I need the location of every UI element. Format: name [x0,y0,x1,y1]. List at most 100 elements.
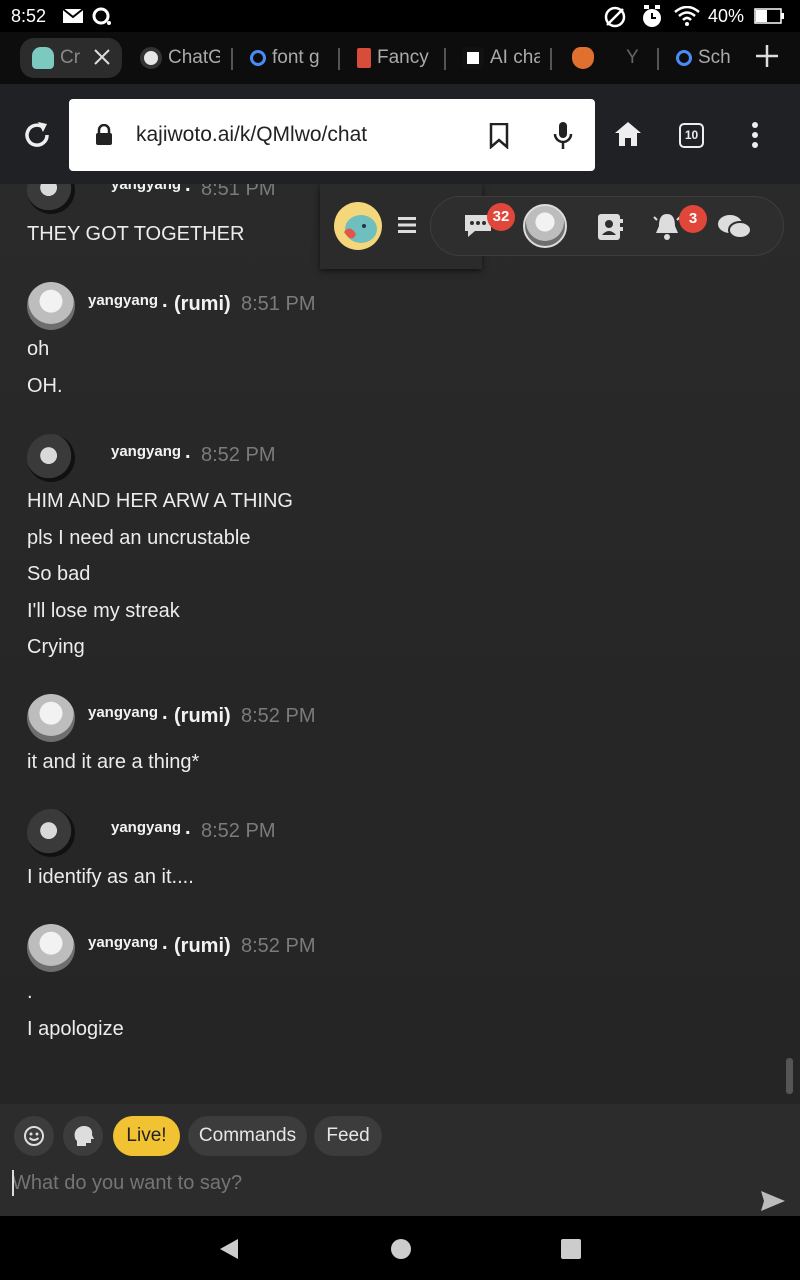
separator-dot: . [162,702,168,724]
tab-strip: Cr ChatG font g Fancy AI cha Y Sch [0,32,800,84]
separator-dot: . [162,932,168,954]
brain-button[interactable] [63,1116,103,1156]
fancy-favicon-icon [357,48,371,68]
openai-favicon-icon [140,47,162,69]
username[interactable]: yangyang [88,292,158,309]
message-line: oh [27,338,50,360]
conversations-icon[interactable] [717,213,753,241]
status-time: 8:52 [11,6,47,26]
avatar[interactable] [27,924,75,972]
avatar[interactable] [27,184,75,214]
separator-dot: . [185,817,191,839]
tab-ai-chat[interactable]: AI cha [462,38,540,78]
home-nav-icon[interactable] [390,1238,412,1260]
avatar[interactable] [27,434,75,482]
address-bar[interactable]: kajiwoto.ai/k/QMlwo/chat [69,99,595,171]
notification-bell-icon[interactable] [652,211,682,241]
url-text: kajiwoto.ai/k/QMlwo/chat [136,123,368,146]
tab-search[interactable]: Sch [676,38,734,78]
separator-dot: . [185,441,191,463]
notifications-badge: 3 [679,205,707,233]
username[interactable]: yangyang [88,934,158,951]
alarm-icon [643,5,661,27]
recents-nav-icon[interactable] [560,1238,582,1260]
username[interactable]: yangyang [111,819,181,836]
timestamp: 8:52 PM [241,935,316,957]
tab-label: Sch [698,47,731,68]
tab-font-search[interactable]: font g [250,38,325,78]
search-favicon-icon [676,50,692,66]
message-line: I'll lose my streak [27,600,180,622]
tab-chatgpt[interactable]: ChatG [140,38,220,78]
message-input[interactable] [12,1166,752,1200]
new-tab-plus-icon[interactable] [754,43,780,69]
message-line: OH. [27,375,63,397]
alias: (rumi) [174,293,231,315]
microphone-icon[interactable] [553,121,573,151]
tab-separator [338,48,340,70]
brain-head-icon [74,1126,94,1146]
send-icon[interactable] [760,1190,786,1212]
username[interactable]: yangyang [111,184,181,193]
commands-button[interactable]: Commands [188,1116,307,1156]
assistant-icon [92,7,111,25]
avatar[interactable] [27,694,75,742]
tab-separator [550,48,552,70]
message-composer: Live! Commands Feed [0,1104,800,1216]
flame-favicon-icon [572,47,594,69]
status-bar: 8:52 40% [0,0,800,32]
live-button[interactable]: Live! [113,1116,180,1156]
separator-dot: . [162,290,168,312]
more-menu-icon[interactable] [750,122,760,148]
reload-icon[interactable] [22,120,52,150]
close-tab-icon[interactable] [93,48,111,66]
message-line: I identify as an it.... [27,866,194,888]
tab-label: ChatG [168,47,220,68]
lock-icon [96,124,112,145]
contact-card-icon[interactable] [597,213,623,241]
separator-dot: . [185,184,191,196]
tab-separator [231,48,233,70]
home-icon[interactable] [614,121,642,147]
avatar[interactable] [27,282,75,330]
back-nav-icon[interactable] [218,1238,240,1260]
bookmark-icon[interactable] [489,123,509,149]
tab-switcher-button[interactable]: 10 [679,123,704,148]
smiley-icon [24,1126,44,1146]
chat-log[interactable]: yangyang . 8:51 PM THEY GOT TOGETHER yan… [0,184,800,1104]
message-line: THEY GOT TOGETHER [27,223,245,245]
tab-active[interactable]: Cr [20,38,122,78]
tab-fancy[interactable]: Fancy [357,38,432,78]
ai-favicon-icon [462,47,484,69]
emoji-button[interactable] [14,1116,54,1156]
mail-icon [62,8,84,23]
hamburger-menu-icon[interactable] [398,217,416,233]
tab-label: Cr [60,47,81,68]
battery-percent: 40% [708,6,745,26]
messages-badge: 32 [487,203,515,231]
username[interactable]: yangyang [111,443,181,460]
tab-label: AI cha [490,47,540,68]
alias: (rumi) [174,935,231,957]
tab-label: Fancy [377,47,429,68]
feed-button[interactable]: Feed [314,1116,382,1156]
profile-avatar[interactable] [523,204,567,248]
kajiwoto-mascot-icon [344,215,377,243]
browser-toolbar: kajiwoto.ai/k/QMlwo/chat 10 [0,84,800,184]
tab-y[interactable]: Y [626,38,646,78]
battery-icon [754,8,784,24]
search-favicon-icon [250,50,266,66]
tab-separator [444,48,446,70]
username[interactable]: yangyang [88,704,158,721]
app-logo[interactable] [334,202,382,250]
message-line: . [27,981,33,1003]
tab-separator [657,48,659,70]
timestamp: 8:51 PM [201,184,276,200]
avatar[interactable] [27,809,75,857]
tab-label: Y [626,47,639,68]
ghost-favicon-icon [32,47,54,69]
timestamp: 8:52 PM [201,820,276,842]
chat-scrollbar[interactable] [786,1058,793,1094]
wifi-icon [674,6,700,26]
tab-flame[interactable] [572,38,602,78]
